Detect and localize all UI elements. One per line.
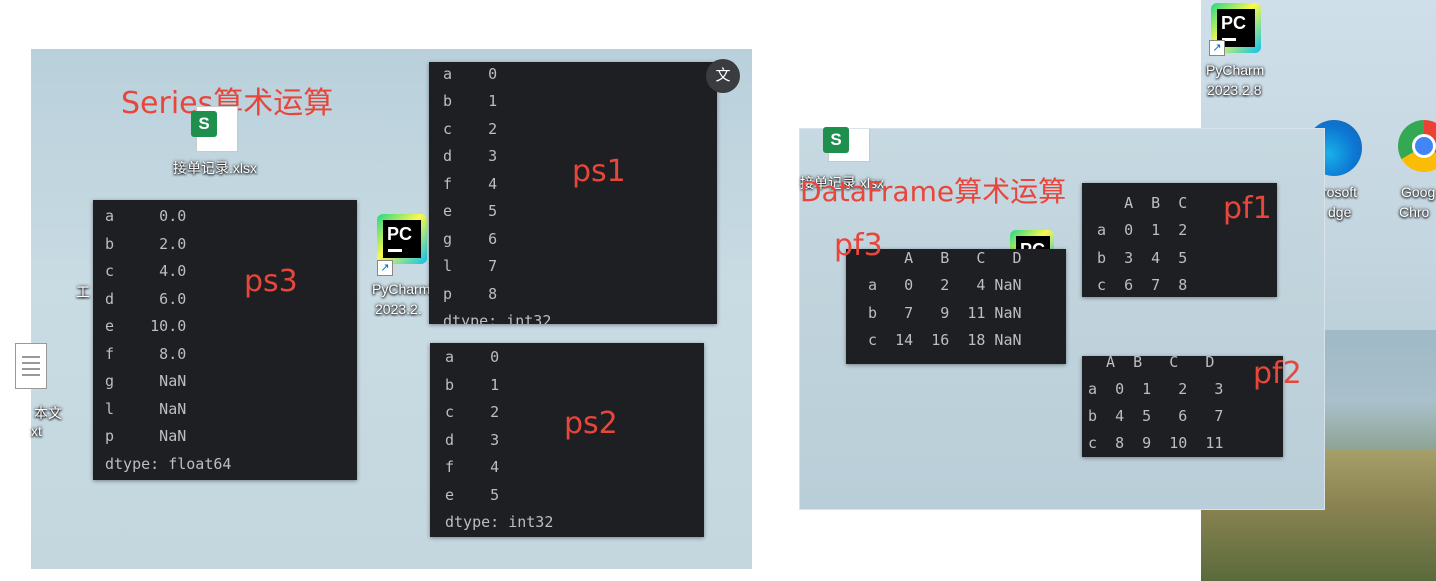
output-line: c 4.0 [105, 262, 187, 280]
output-line: c 8 9 10 11 [1088, 434, 1224, 452]
output-line: c 14 16 18 NaN [868, 331, 1022, 349]
pycharm-label: PyCharm [1206, 62, 1265, 78]
output-line: c 2 [443, 120, 498, 138]
output-line: d 3 [445, 431, 500, 449]
output-line: d 3 [443, 147, 498, 165]
edge-label-2: dge [1328, 204, 1352, 220]
chrome-label: Goog [1401, 184, 1436, 200]
output-line: g 6 [443, 230, 498, 248]
pf3-label: pf3 [834, 228, 883, 263]
partial-folder-label: 工 [76, 284, 90, 300]
xlsx-file-icon[interactable]: S [191, 106, 238, 152]
text-file-label: 本文 [34, 405, 62, 421]
output-line: b 1 [445, 376, 500, 394]
output-line: c 2 [445, 403, 500, 421]
pf3-output-panel: A B C D a 0 2 4 NaN b 7 9 11 NaN c 14 16… [846, 249, 1066, 364]
output-line: b 1 [443, 92, 498, 110]
output-line: f 4 [443, 175, 498, 193]
translate-icon[interactable]: 文 [706, 59, 740, 93]
output-line: f 8.0 [105, 345, 187, 363]
output-line: g NaN [105, 372, 187, 390]
output-line: c 6 7 8 [1097, 276, 1188, 294]
output-line: A B C D [1088, 353, 1215, 371]
shortcut-arrow-icon: ↗ [377, 260, 393, 276]
ps3-output-panel: a 0.0 b 2.0 c 4.0 d 6.0 e 10.0 f 8.0 g N… [93, 200, 357, 480]
output-line: a 0.0 [105, 207, 187, 225]
output-line: p NaN [105, 427, 187, 445]
dataframe-heading: DataFrame算术运算 [800, 175, 1067, 208]
pycharm-version-label: 2023.2. [375, 301, 422, 317]
ps1-label: ps1 [572, 154, 626, 189]
ps2-label: ps2 [564, 406, 618, 441]
sheets-icon: S [823, 127, 849, 153]
output-line: A B C [1097, 194, 1188, 212]
text-file-icon[interactable] [15, 343, 47, 389]
output-line: a 0 [445, 348, 500, 366]
pycharm-label: PyCharm [372, 281, 431, 297]
xlsx-file-label: 接单记录.xlsx [173, 160, 257, 176]
output-line: e 10.0 [105, 317, 187, 335]
output-line: p 8 [443, 285, 498, 303]
pycharm-icon[interactable]: PC [377, 214, 427, 264]
output-line: a 0 [443, 65, 498, 83]
output-dtype-line: dtype: int32 [443, 312, 552, 324]
output-line: e 5 [445, 486, 500, 504]
output-line: e 5 [443, 202, 498, 220]
output-line: f 4 [445, 458, 500, 476]
text-file-label-2: xt [31, 423, 42, 439]
xlsx-file-icon[interactable]: S [823, 127, 870, 162]
output-line: b 3 4 5 [1097, 249, 1188, 267]
pycharm-version-label: 2023.2.8 [1207, 82, 1262, 98]
output-line: b 2.0 [105, 235, 187, 253]
output-line: b 4 5 6 7 [1088, 407, 1224, 425]
output-line: d 6.0 [105, 290, 187, 308]
output-line: l 7 [443, 257, 498, 275]
output-dtype-line: dtype: int32 [445, 513, 554, 531]
ps1-output-panel: a 0 b 1 c 2 d 3 f 4 e 5 g 6 l 7 p 8 dtyp… [429, 62, 717, 324]
output-line: b 7 9 11 NaN [868, 304, 1022, 322]
pf2-label: pf2 [1253, 356, 1302, 391]
shortcut-arrow-icon: ↗ [1209, 40, 1225, 56]
chrome-label-2: Chro [1399, 204, 1430, 220]
output-line: a 0 1 2 3 [1088, 380, 1224, 398]
output-line: l NaN [105, 400, 187, 418]
sheets-icon: S [191, 111, 217, 137]
pf1-label: pf1 [1223, 191, 1272, 226]
output-line: a 0 1 2 [1097, 221, 1188, 239]
output-line: a 0 2 4 NaN [868, 276, 1022, 294]
output-dtype-line: dtype: float64 [105, 455, 232, 473]
output-line: A B C D [868, 249, 1022, 267]
ps3-label: ps3 [244, 264, 298, 299]
edge-label: rosoft [1322, 184, 1358, 200]
